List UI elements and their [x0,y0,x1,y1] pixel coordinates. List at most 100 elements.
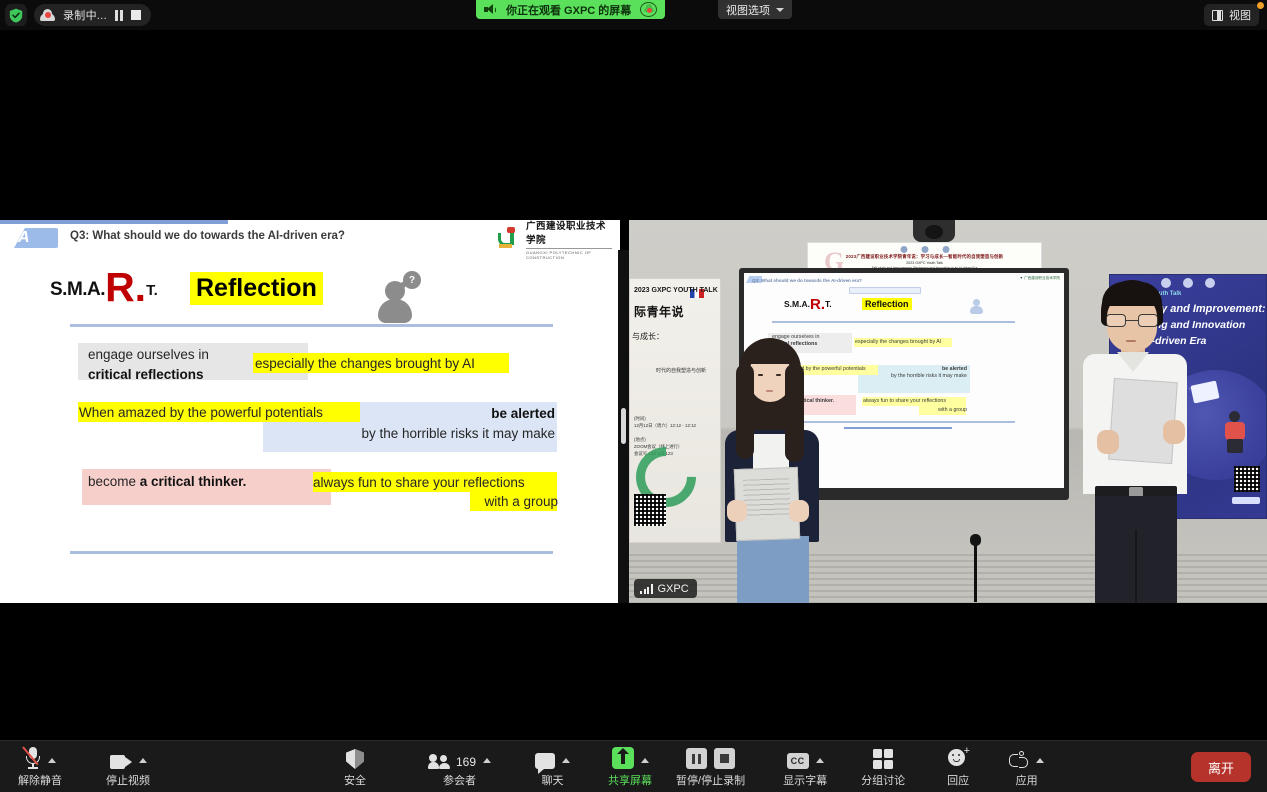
banner-line-1: 2023广西建设职业技术学院青年说：学习与成长—智能时代的自我塑造与创新 [846,254,1003,260]
ai-logo-letter: A [18,229,30,247]
participant-name-badge: GXPC [634,579,697,598]
resize-grip-icon[interactable] [621,408,626,444]
toolbar-apps-label: 应用 [1016,772,1038,788]
mini-slide-question: Q3: What should we do towards the AI-dri… [752,278,862,283]
stop-recording-icon[interactable] [714,748,735,769]
poster-right-register-button [1232,497,1260,504]
presentation-slide: A Q3: What should we do towards the AI-d… [0,220,620,603]
toolbar-apps-button[interactable]: 应用 [1009,741,1044,792]
mini-line-7: with a group [863,407,967,414]
poster-person-illustration [1222,411,1248,453]
mini-line-6: always fun to share your reflections [863,398,946,405]
pause-recording-button[interactable] [115,10,123,21]
watching-screen-banner: 你正在观看 GXPC 的屏幕 [476,0,665,19]
mini-line-2: especially the changes brought by AI [855,339,941,346]
closed-caption-icon: CC [787,753,809,769]
toolbar-record-button[interactable]: 暂停/停止录制 [676,741,745,792]
toolbar-reactions-button[interactable]: + 回应 [947,741,969,792]
shield-security-icon [346,749,364,769]
slide-title-text: Reflection [196,274,317,302]
slide-line-5: become a critical thinker. [88,472,333,492]
microphone-stand [974,542,977,602]
university-logo: 广西建设职业技术学院 GUANGXI POLYTECHNIC OF CONSTR… [497,225,612,253]
slide-line-4a: be alerted [491,406,555,421]
banner-logos [900,246,949,253]
captions-chevron-icon[interactable] [816,758,824,763]
mini-person-icon [969,297,985,313]
pause-recording-icon[interactable] [686,748,707,769]
toolbar-mute-button[interactable]: 解除静音 [18,741,62,792]
top-status-bar: 录制中... 你正在观看 GXPC 的屏幕 视图选项 视图 [0,0,1267,30]
recording-indicator-group: 录制中... [34,4,151,26]
slide-line-2: especially the changes brought by AI [255,354,515,374]
slide-line-1b: critical reflections [88,367,204,382]
leave-meeting-button[interactable]: 离开 [1191,752,1251,782]
toolbar-chat-button[interactable]: 聊天 [535,741,570,792]
chevron-down-icon [776,8,784,12]
toolbar-participants-button[interactable]: 169 参会者 [428,741,491,792]
participant-name: GXPC [658,583,689,595]
university-emblem-icon [497,227,521,251]
slide-question: Q3: What should we do towards the AI-dri… [70,230,345,242]
poster-left-line-4: 时代的自我塑造与创新 [656,367,706,375]
mini-slide-title: Reflection [862,298,912,310]
slide-line-4b: by the horrible risks it may make [361,426,555,441]
university-name-en: GUANGXI POLYTECHNIC OF CONSTRUCTION [526,248,612,260]
slide-line-1a: engage ourselves in [88,347,209,362]
toolbar-share-screen-button[interactable]: 共享屏幕 [608,741,652,792]
slide-title-highlight: Reflection [190,272,323,305]
toolbar-captions-label: 显示字幕 [783,772,827,788]
speaker-video-tile[interactable]: G 2023广西建设职业技术学院青年说：学习与成长—智能时代的自我塑造与创新 2… [629,220,1267,603]
poster-left-qr-code [634,494,666,526]
mini-line-4a: be alerted [942,366,967,372]
watching-screen-label: 你正在观看 GXPC 的屏幕 [506,2,631,18]
poster-left-line-3: 与成长： [632,331,664,342]
participants-count: 169 [456,755,476,769]
toolbar-share-label: 共享屏幕 [608,772,652,788]
toolbar-breakout-button[interactable]: 分组讨论 [861,741,905,792]
share-screen-icon [612,747,634,769]
smart-suffix: T. [146,282,158,299]
view-layout-button[interactable]: 视图 [1204,4,1259,26]
stop-recording-button[interactable] [131,10,141,20]
cloud-record-status-icon [640,2,657,17]
breakout-rooms-icon [873,749,894,770]
mini-footer-bar [844,427,952,429]
panel-resize-handle[interactable] [618,250,629,603]
poster-left-line-1: 2023 GXPC YOUTH TALK [634,287,718,294]
toolbar-security-label: 安全 [344,772,366,788]
poster-left: 2023 GXPC YOUTH TALK 际青年说 与成长： 时代的自我塑造与创… [629,278,721,543]
shield-check-icon[interactable] [5,4,27,26]
apps-chevron-icon[interactable] [1036,758,1044,763]
meeting-stage: A Q3: What should we do towards the AI-d… [0,30,1267,740]
slide-divider-bottom [70,551,553,554]
cloud-record-icon [40,10,55,21]
view-options-button[interactable]: 视图选项 [718,0,792,19]
mute-options-chevron-icon[interactable] [48,758,56,763]
slide-title-row: S.M.A.R.T. Reflection ? [50,265,610,325]
video-options-chevron-icon[interactable] [139,758,147,763]
toolbar-captions-button[interactable]: CC 显示字幕 [783,741,827,792]
toolbar-video-label: 停止视频 [106,772,150,788]
chat-chevron-icon[interactable] [562,758,570,763]
slide-header: A Q3: What should we do towards the AI-d… [0,220,620,258]
speaker-person-left [717,338,827,603]
slide-divider-top [70,324,553,327]
participants-icon [428,754,452,769]
toolbar-video-button[interactable]: 停止视频 [106,741,150,792]
signal-strength-icon [640,584,653,594]
microphone-muted-icon [25,747,41,769]
meeting-toolbar: 解除静音 停止视频 安全 169 参会者 聊天 [0,740,1267,792]
toolbar-security-button[interactable]: 安全 [344,741,366,792]
view-options-label: 视图选项 [726,2,770,18]
panel-layout-icon [1212,10,1223,21]
video-camera-icon [110,755,132,769]
toolbar-mute-label: 解除静音 [18,772,62,788]
speaker-icon [484,4,497,15]
slide-line-5b: a critical thinker. [140,474,247,489]
person-question-icon: ? [375,271,430,323]
toolbar-chat-label: 聊天 [542,772,564,788]
shared-screen-view[interactable]: A Q3: What should we do towards the AI-d… [0,220,620,603]
share-chevron-icon[interactable] [641,758,649,763]
participants-chevron-icon[interactable] [483,758,491,763]
